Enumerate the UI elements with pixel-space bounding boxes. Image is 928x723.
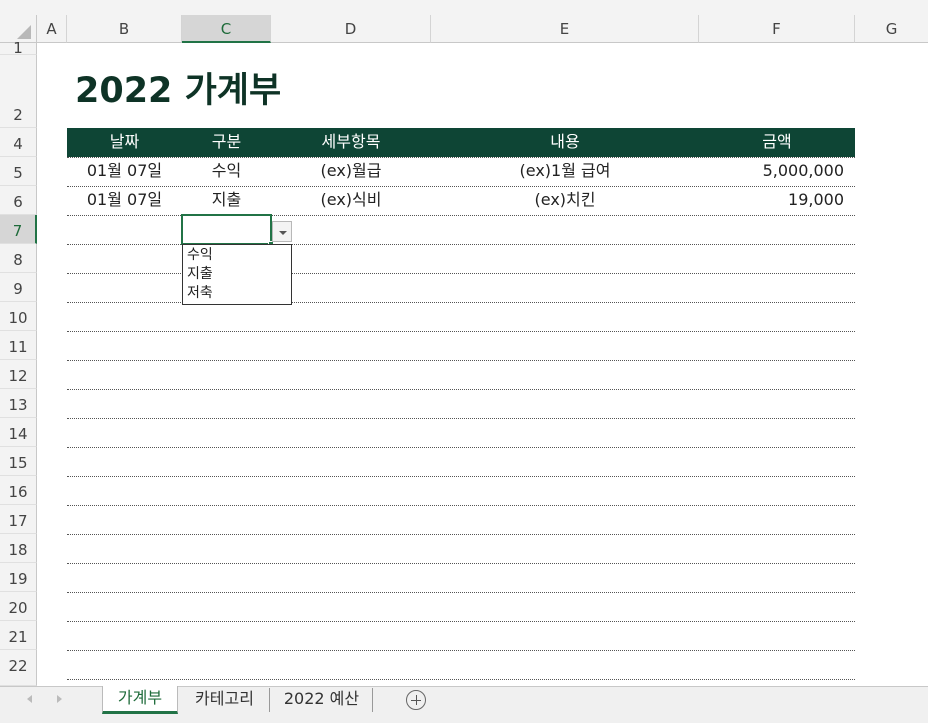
header-type[interactable]: 구분 [182,132,271,152]
sheet-tab-label: 카테고리 [195,689,254,708]
column-header-a[interactable]: A [37,15,67,43]
row-divider [67,418,855,419]
sheet-tab-2022-budget[interactable]: 2022 예산 [271,688,373,712]
header-content[interactable]: 내용 [431,132,699,152]
row-divider [67,331,855,332]
row-divider [67,621,855,622]
sheet-tab-category[interactable]: 카테고리 [180,688,270,712]
row-header-18[interactable]: 18 [0,534,37,563]
cell-f6-amount[interactable]: 19,000 [699,190,844,210]
cell-b5-date[interactable]: 01월 07일 [67,161,182,181]
sheet-tab-label: 가계부 [117,688,163,707]
cell-b6-date[interactable]: 01월 07일 [67,190,182,210]
row-header-12[interactable]: 12 [0,360,37,389]
row-header-4[interactable]: 4 [0,128,37,157]
dropdown-arrow-button[interactable] [272,221,292,242]
column-header-c[interactable]: C [182,15,271,43]
select-all-icon [17,25,31,39]
dropdown-option-expense[interactable]: 지출 [187,265,213,284]
cell-e6-content[interactable]: (ex)치킨 [431,190,699,210]
ribbon-edge [0,0,928,15]
cell-e5-content[interactable]: (ex)1월 급여 [431,161,699,181]
cell-c6-type[interactable]: 지출 [182,190,271,210]
row-header-14[interactable]: 14 [0,418,37,447]
row-header-6[interactable]: 6 [0,186,37,215]
add-sheet-button[interactable] [406,690,426,710]
active-cell-c7[interactable] [181,214,272,245]
scroll-right-icon[interactable] [57,695,62,703]
row-header-22[interactable]: 22 [0,650,37,686]
row-header-17[interactable]: 17 [0,505,37,534]
row-header-16[interactable]: 16 [0,476,37,505]
row-header-9[interactable]: 9 [0,273,37,302]
column-header-b[interactable]: B [67,15,182,43]
cell-d5-detail[interactable]: (ex)월급 [271,161,431,181]
row-header-20[interactable]: 20 [0,592,37,621]
dropdown-option-income[interactable]: 수익 [187,246,213,265]
row-header-2[interactable]: 2 [0,55,37,128]
header-date[interactable]: 날짜 [67,132,182,152]
row-header-19[interactable]: 19 [0,563,37,592]
row-divider [67,592,855,593]
row-header-21[interactable]: 21 [0,621,37,650]
row-divider [67,389,855,390]
column-header-e[interactable]: E [431,15,699,43]
column-header-g[interactable]: G [855,15,928,43]
chevron-down-icon [279,231,287,235]
header-detail[interactable]: 세부항목 [271,132,431,152]
row-divider [67,505,855,506]
row-header-15[interactable]: 15 [0,447,37,476]
row-header-11[interactable]: 11 [0,331,37,360]
cell-c5-type[interactable]: 수익 [182,161,271,181]
cell-d6-detail[interactable]: (ex)식비 [271,190,431,210]
row-header-13[interactable]: 13 [0,389,37,418]
row-header-1[interactable]: 1 [0,39,37,57]
row-divider [67,563,855,564]
column-header-f[interactable]: F [699,15,855,43]
header-amount[interactable]: 금액 [699,132,855,152]
sheet-tab-label: 2022 예산 [283,689,360,708]
row-divider [67,534,855,535]
sheet-title[interactable]: 2022 가계부 [75,70,281,112]
row-divider [67,476,855,477]
row-divider [67,157,855,158]
row-divider [67,679,855,680]
column-header-d[interactable]: D [271,15,431,43]
row-header-10[interactable]: 10 [0,302,37,331]
plus-icon-vertical [415,695,417,705]
row-divider [67,650,855,651]
cell-f5-amount[interactable]: 5,000,000 [699,161,844,181]
scroll-left-icon[interactable] [27,695,32,703]
row-header-8[interactable]: 8 [0,244,37,273]
row-divider [67,186,855,187]
row-header-7[interactable]: 7 [0,215,37,244]
sheet-tab-household-budget[interactable]: 가계부 [102,686,178,714]
row-divider [67,360,855,361]
row-header-5[interactable]: 5 [0,157,37,186]
dropdown-option-savings[interactable]: 저축 [187,284,213,303]
row-divider [67,447,855,448]
